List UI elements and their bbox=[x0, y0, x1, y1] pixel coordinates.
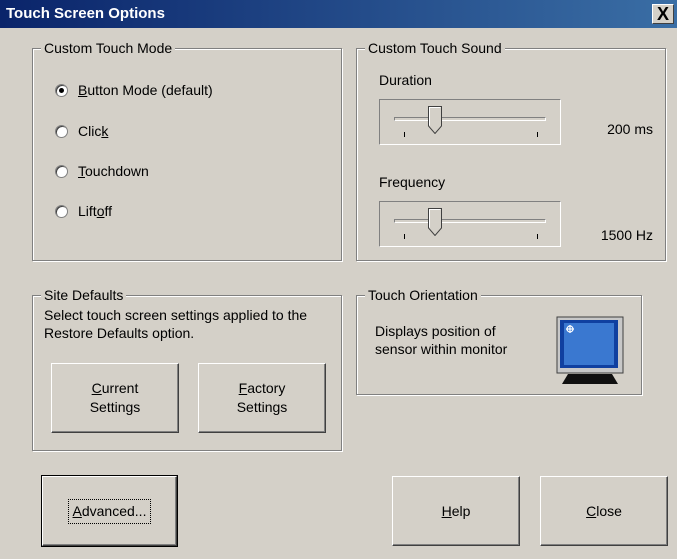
frequency-label: Frequency bbox=[379, 174, 446, 190]
close-window-button[interactable]: X bbox=[652, 4, 674, 24]
site-defaults-group: Site Defaults Select touch screen settin… bbox=[32, 286, 342, 451]
advanced-button[interactable]: Advanced... bbox=[41, 475, 178, 547]
radio-indicator bbox=[55, 124, 68, 138]
radio-click[interactable]: Click bbox=[55, 121, 108, 141]
slider-tick bbox=[537, 132, 538, 137]
slider-thumb[interactable] bbox=[428, 208, 442, 236]
radio-touchdown[interactable]: Touchdown bbox=[55, 161, 149, 181]
frequency-slider[interactable] bbox=[379, 201, 561, 247]
frequency-value: 1500 Hz bbox=[600, 227, 653, 243]
close-label: Close bbox=[586, 502, 622, 519]
factory-settings-label: Factory Settings bbox=[236, 380, 288, 415]
slider-tick bbox=[404, 234, 405, 239]
custom-touch-mode-legend: Custom Touch Mode bbox=[41, 39, 176, 57]
slider-track bbox=[394, 219, 546, 223]
current-settings-button[interactable]: Current Settings bbox=[51, 363, 179, 433]
help-label: Help bbox=[441, 502, 471, 519]
touch-orientation-description: Displays position of sensor within monit… bbox=[375, 323, 508, 357]
radio-indicator bbox=[55, 83, 68, 97]
title-bar: Touch Screen Options X bbox=[0, 0, 677, 28]
radio-label: Button Mode (default) bbox=[78, 82, 213, 98]
slider-tick bbox=[537, 234, 538, 239]
close-button[interactable]: Close bbox=[540, 476, 668, 546]
custom-touch-mode-group: Custom Touch Mode Button Mode (default) … bbox=[32, 39, 342, 261]
radio-indicator bbox=[55, 204, 68, 218]
advanced-label: Advanced... bbox=[67, 498, 152, 524]
radio-button-mode[interactable]: Button Mode (default) bbox=[55, 80, 213, 100]
radio-label: Liftoff bbox=[78, 203, 113, 219]
radio-liftoff[interactable]: Liftoff bbox=[55, 201, 112, 221]
monitor-icon bbox=[556, 316, 624, 384]
slider-track bbox=[394, 117, 546, 121]
radio-indicator bbox=[55, 164, 68, 178]
site-defaults-description: Select touch screen settings applied to … bbox=[44, 307, 308, 341]
slider-tick bbox=[404, 132, 405, 137]
radio-label: Click bbox=[78, 123, 109, 139]
window-title: Touch Screen Options bbox=[6, 5, 165, 22]
touch-orientation-legend: Touch Orientation bbox=[365, 286, 481, 304]
factory-settings-button[interactable]: Factory Settings bbox=[198, 363, 326, 433]
close-icon: X bbox=[656, 4, 669, 24]
custom-touch-sound-group: Custom Touch Sound Duration 200 ms Frequ… bbox=[356, 39, 666, 261]
custom-touch-sound-legend: Custom Touch Sound bbox=[365, 39, 505, 57]
slider-thumb[interactable] bbox=[428, 106, 442, 134]
help-button[interactable]: Help bbox=[392, 476, 520, 546]
duration-slider[interactable] bbox=[379, 99, 561, 145]
current-settings-label: Current Settings bbox=[89, 380, 141, 415]
duration-value: 200 ms bbox=[607, 121, 653, 137]
site-defaults-legend: Site Defaults bbox=[41, 286, 127, 304]
radio-label: Touchdown bbox=[78, 163, 149, 179]
duration-label: Duration bbox=[379, 72, 432, 88]
